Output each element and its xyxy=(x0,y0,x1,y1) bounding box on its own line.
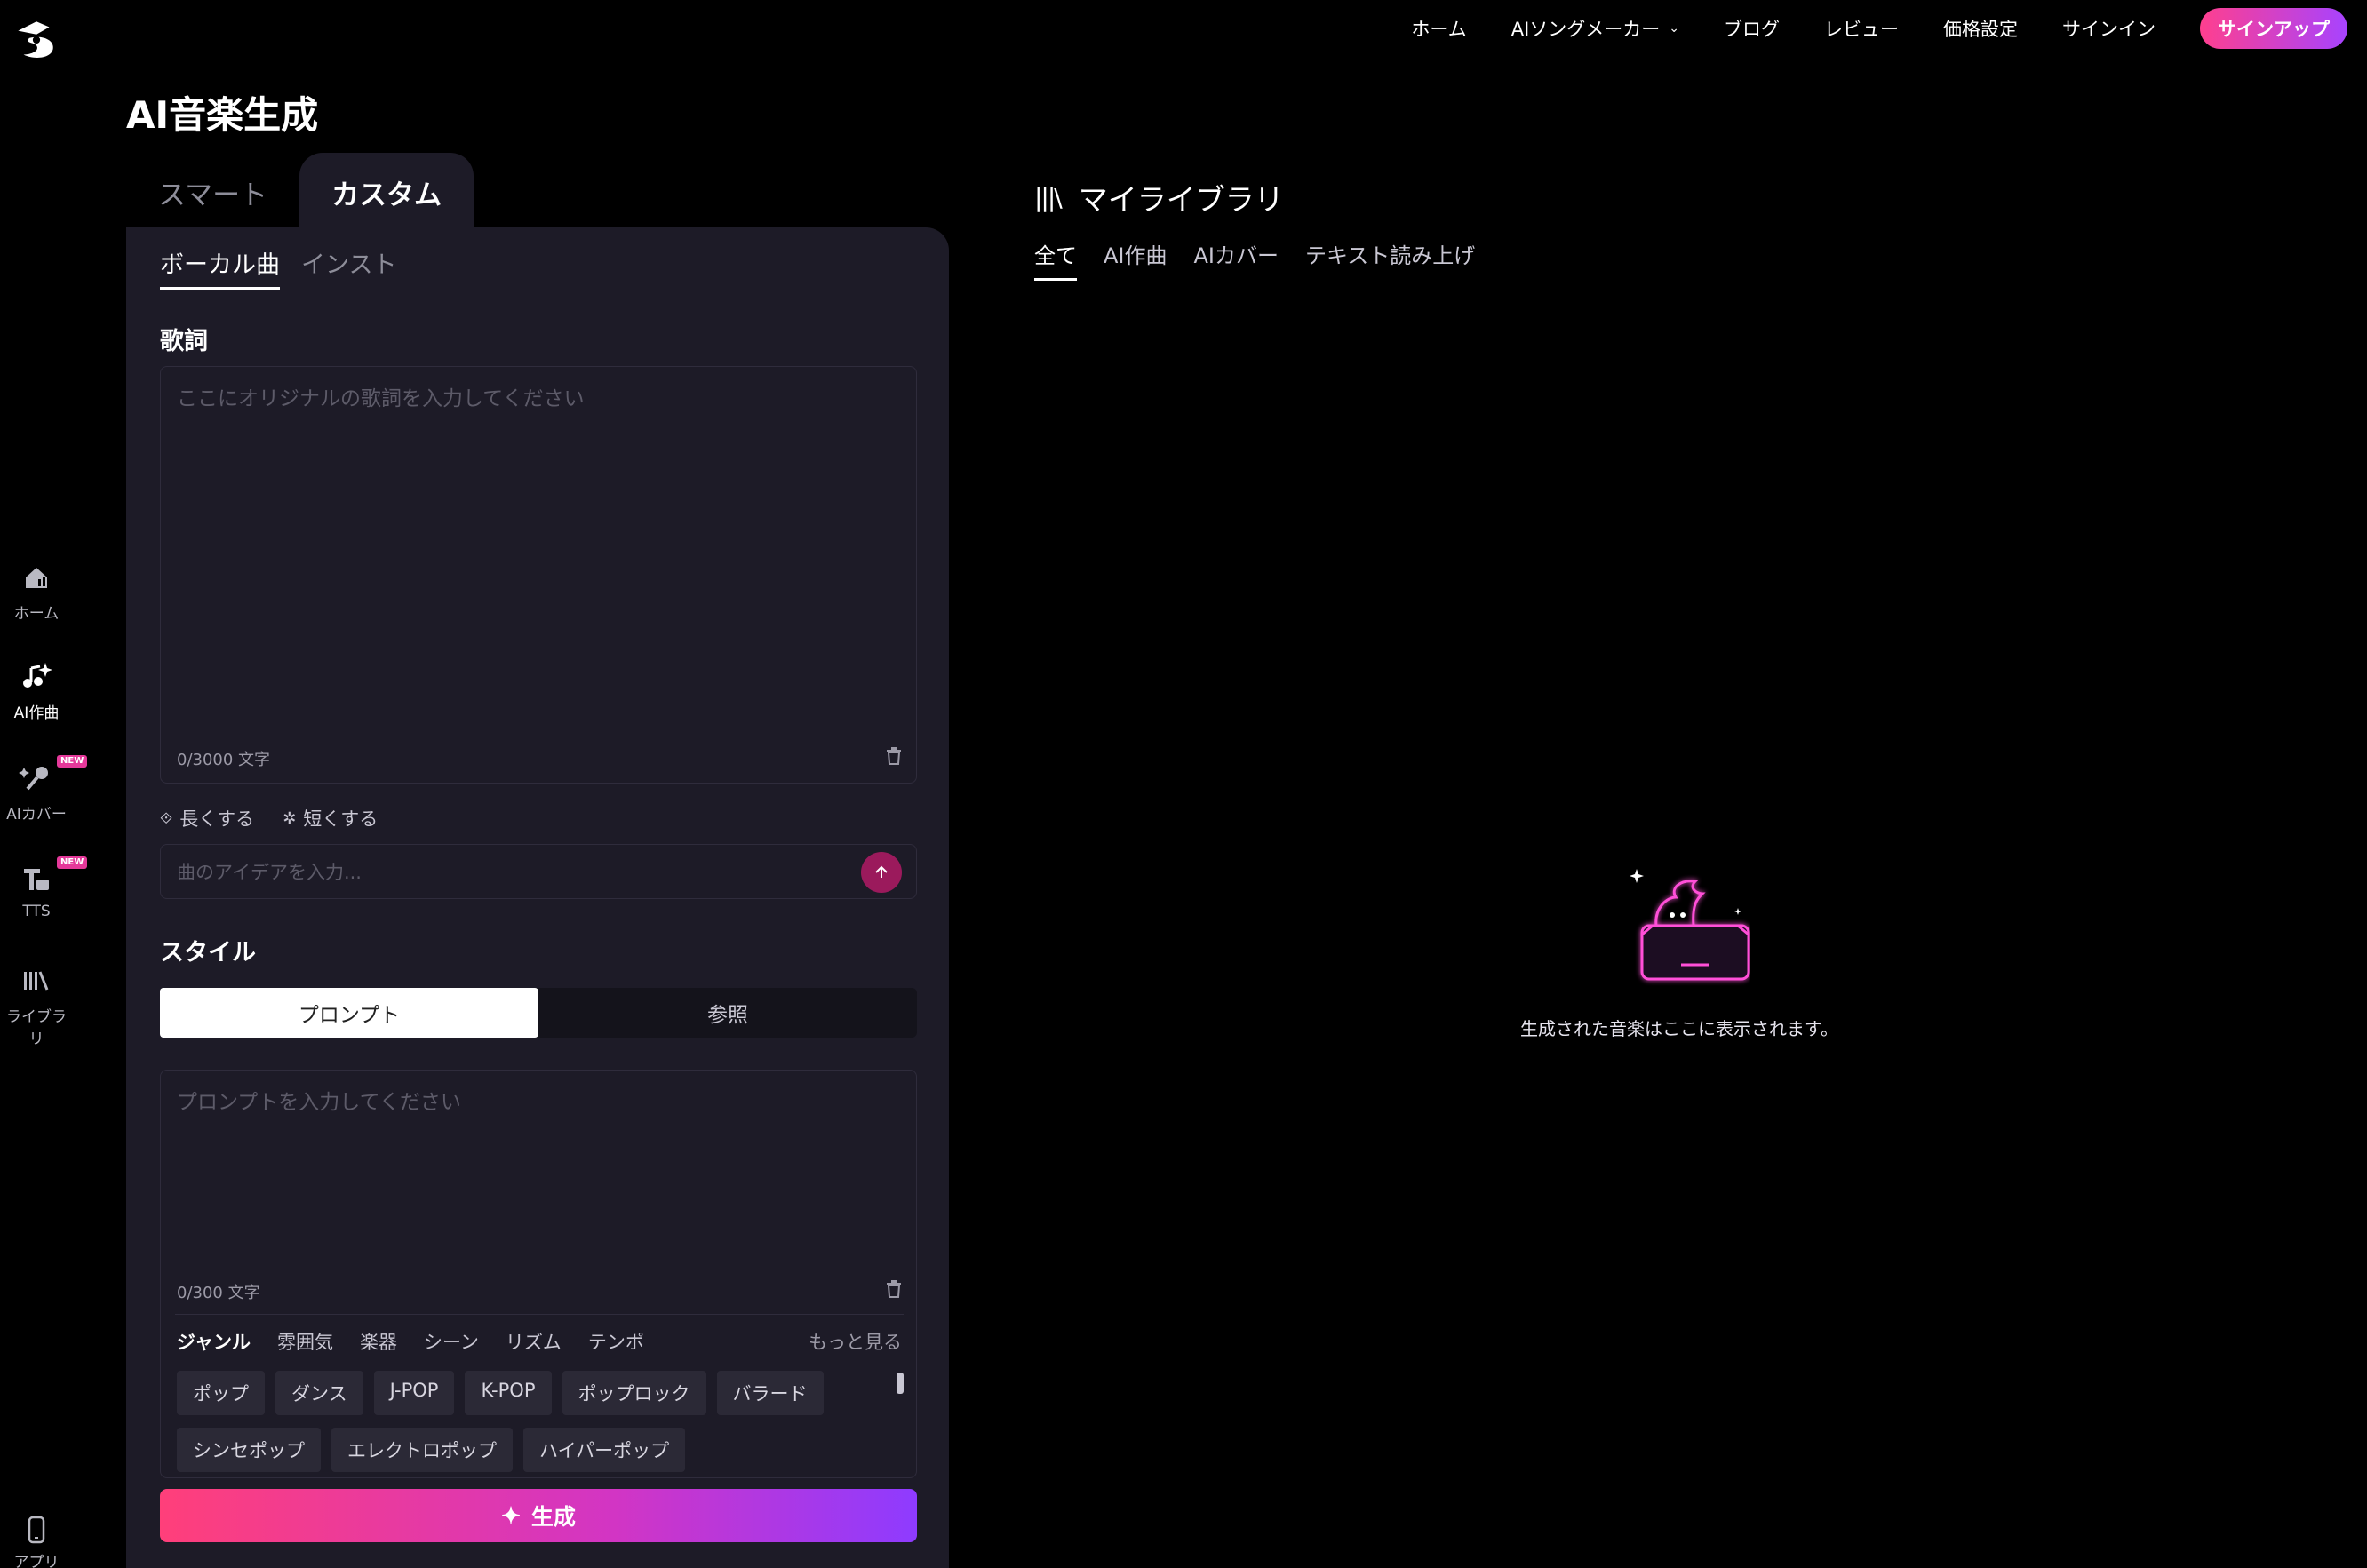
style-chip[interactable]: エレクトロポップ xyxy=(331,1428,513,1472)
chips-scrollbar[interactable] xyxy=(897,1373,904,1394)
style-chip[interactable]: ハイパーポップ xyxy=(523,1428,686,1472)
lib-tab-tts[interactable]: テキスト読み上げ xyxy=(1305,238,1475,281)
song-type-tabs: ボーカル曲 インスト xyxy=(160,245,418,290)
cat-genre[interactable]: ジャンル xyxy=(177,1328,251,1355)
lyrics-input[interactable] xyxy=(177,381,902,736)
empty-box-icon xyxy=(1630,869,1750,981)
arrow-up-icon xyxy=(875,865,888,878)
style-label: スタイル xyxy=(160,939,256,967)
sidebar: ホーム AI作曲 NEW AIカバー NEW TTS ライブラリ アプリ xyxy=(0,0,88,1568)
lib-tab-ai-cover[interactable]: AIカバー xyxy=(1194,238,1279,281)
music-note-sparkle-icon xyxy=(23,663,52,688)
sidebar-item-tts[interactable]: NEW TTS xyxy=(0,856,88,920)
idea-input[interactable] xyxy=(177,857,852,887)
top-nav: ホーム AIソングメーカー ⌄ ブログ レビュー 価格設定 サインイン サインアッ… xyxy=(1367,0,2367,57)
sidebar-item-ai-cover[interactable]: NEW AIカバー xyxy=(0,755,88,824)
sidebar-label-ai-cover: AIカバー xyxy=(6,806,67,824)
nav-signin[interactable]: サインイン xyxy=(2062,15,2156,42)
nav-ai-song-maker[interactable]: AIソングメーカー ⌄ xyxy=(1511,15,1679,42)
cat-scene[interactable]: シーン xyxy=(424,1328,479,1355)
nav-reviews[interactable]: レビュー xyxy=(1824,15,1899,42)
nav-home[interactable]: ホーム xyxy=(1411,15,1466,42)
style-chip[interactable]: シンセポップ xyxy=(177,1428,321,1472)
sidebar-label-app: アプリ xyxy=(13,1554,60,1568)
sidebar-item-home[interactable]: ホーム xyxy=(0,560,73,623)
style-chip[interactable]: バラード xyxy=(716,1371,824,1415)
tab-smart[interactable]: スマート xyxy=(126,153,299,227)
new-badge: NEW xyxy=(57,755,88,768)
style-chip[interactable]: K-POP xyxy=(465,1371,552,1415)
cat-instrument[interactable]: 楽器 xyxy=(360,1328,397,1355)
sidebar-item-library[interactable]: ライブラリ xyxy=(0,963,73,1048)
sidebar-label-tts: TTS xyxy=(22,903,51,920)
tab-instrumental[interactable]: インスト xyxy=(301,245,396,290)
tab-vocal[interactable]: ボーカル曲 xyxy=(160,245,280,290)
compress-icon: ✲ xyxy=(283,808,297,828)
sidebar-label-home: ホーム xyxy=(13,605,60,623)
library-header: |||\ マイライブラリ xyxy=(1034,176,1284,219)
nav-blog[interactable]: ブログ xyxy=(1724,15,1780,42)
tab-custom[interactable]: カスタム xyxy=(299,153,474,227)
lyrics-box: 0/3000 文字 xyxy=(160,366,917,784)
prompt-counter: 0/300 文字 xyxy=(177,1284,260,1302)
prompt-box: 0/300 文字 ジャンル 雰囲気 楽器 シーン リズム テンポ もっと見る ポ… xyxy=(160,1070,917,1478)
lib-tab-ai-compose[interactable]: AI作曲 xyxy=(1104,238,1168,281)
app-logo-icon[interactable] xyxy=(9,14,64,69)
new-badge: NEW xyxy=(57,856,88,869)
style-mode-toggle: プロンプト 参照 xyxy=(160,988,917,1038)
trash-icon[interactable] xyxy=(886,747,902,765)
style-chip[interactable]: ポップ xyxy=(177,1371,265,1415)
genre-chips: ポップ ダンス J-POP K-POP ポップロック バラード シンセポップ エ… xyxy=(177,1371,870,1484)
lengthen-button[interactable]: ⟐ 長くする xyxy=(160,805,254,832)
lengthen-label: 長くする xyxy=(179,808,255,830)
empty-state-text: 生成された音楽はここに表示されます。 xyxy=(1520,1018,1838,1039)
shorten-button[interactable]: ✲ 短くする xyxy=(283,805,378,832)
shorten-label: 短くする xyxy=(303,808,379,830)
signup-button[interactable]: サインアップ xyxy=(2200,8,2347,49)
mobile-phone-icon xyxy=(28,1516,45,1544)
mode-tabs: スマート カスタム xyxy=(126,153,474,227)
idea-input-box xyxy=(160,844,917,899)
style-chip[interactable]: J-POP xyxy=(373,1371,455,1415)
style-chip[interactable]: ダンス xyxy=(275,1371,363,1415)
seg-reference[interactable]: 参照 xyxy=(538,988,917,1038)
generate-button[interactable]: ✦ 生成 xyxy=(160,1489,917,1542)
generate-label: 生成 xyxy=(530,1505,576,1530)
home-icon xyxy=(26,568,47,588)
custom-panel: ボーカル曲 インスト 歌詞 0/3000 文字 ⟐ 長くする ✲ 短くする スタイル… xyxy=(126,227,949,1568)
library-icon xyxy=(24,971,49,991)
style-chip[interactable]: ポップロック xyxy=(562,1371,706,1415)
sidebar-label-library: ライブラリ xyxy=(6,1008,67,1048)
nav-ai-song-maker-label: AIソングメーカー xyxy=(1510,19,1661,40)
library-title: マイライブラリ xyxy=(1078,182,1284,217)
cat-tempo[interactable]: テンポ xyxy=(588,1328,644,1355)
expand-icon: ⟐ xyxy=(160,808,173,828)
text-to-speech-icon xyxy=(24,869,49,890)
sidebar-label-ai-compose: AI作曲 xyxy=(13,704,60,722)
chevron-down-icon: ⌄ xyxy=(1669,21,1679,36)
seg-prompt[interactable]: プロンプト xyxy=(160,988,538,1038)
page-title: AI音楽生成 xyxy=(126,93,319,137)
sidebar-item-app[interactable]: アプリ xyxy=(0,1516,73,1568)
cat-rhythm[interactable]: リズム xyxy=(506,1328,562,1355)
library-tabs: 全て AI作曲 AIカバー テキスト読み上げ xyxy=(1034,238,1502,281)
lyrics-counter: 0/3000 文字 xyxy=(177,751,271,769)
divider xyxy=(175,1314,904,1315)
nav-pricing[interactable]: 価格設定 xyxy=(1943,15,2018,42)
see-more-link[interactable]: もっと見る xyxy=(809,1328,902,1355)
lyrics-tools: ⟐ 長くする ✲ 短くする xyxy=(160,805,406,832)
send-idea-button[interactable] xyxy=(861,852,902,893)
lib-tab-all[interactable]: 全て xyxy=(1034,238,1077,281)
microphone-icon xyxy=(19,767,48,791)
library-icon: |||\ xyxy=(1034,182,1063,212)
prompt-input[interactable] xyxy=(177,1085,902,1262)
trash-icon[interactable] xyxy=(886,1280,902,1298)
sidebar-item-ai-compose[interactable]: AI作曲 xyxy=(0,659,73,722)
sparkle-icon: ✦ xyxy=(501,1501,521,1529)
style-category-tabs: ジャンル 雰囲気 楽器 シーン リズム テンポ もっと見る xyxy=(177,1328,902,1355)
lyrics-label: 歌詞 xyxy=(160,328,208,355)
cat-mood[interactable]: 雰囲気 xyxy=(277,1328,333,1355)
